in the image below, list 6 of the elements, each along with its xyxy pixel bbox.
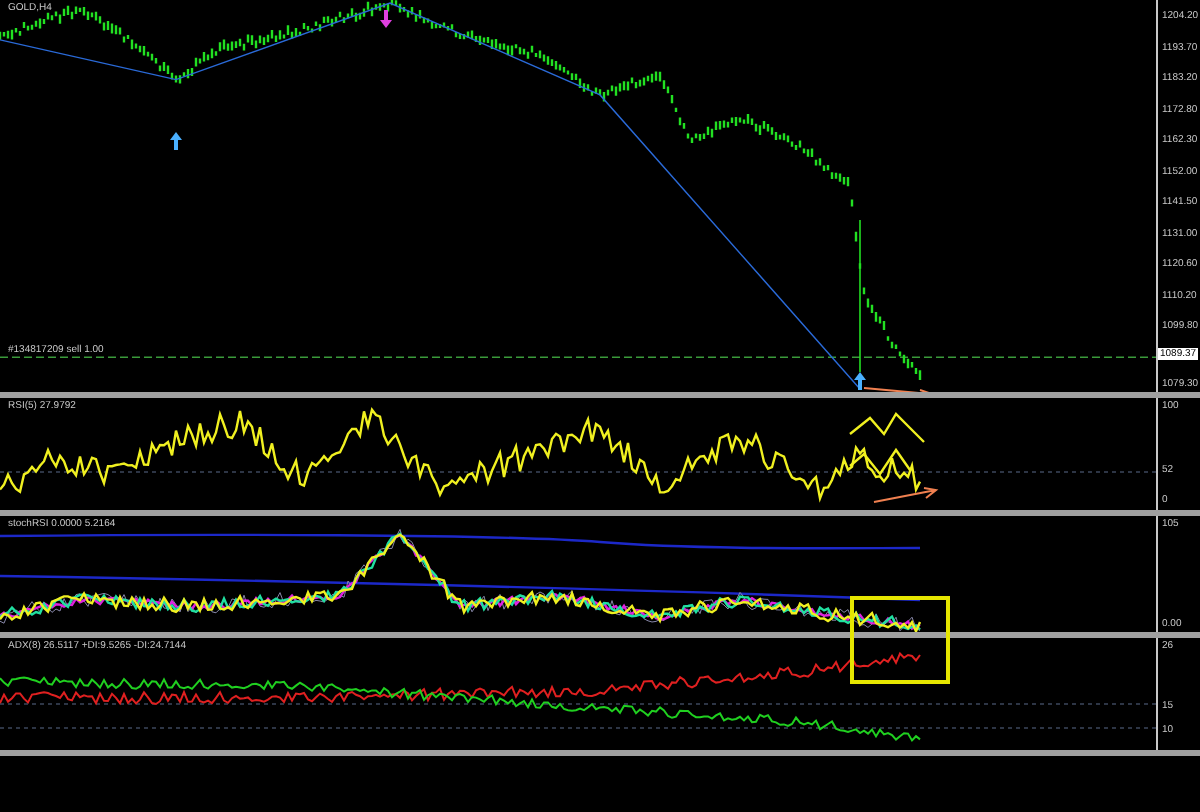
arrow-up-icon xyxy=(854,372,866,390)
arrow-up-icon xyxy=(170,132,182,150)
arrow-down-icon xyxy=(380,10,392,28)
divergence-lines xyxy=(848,412,926,477)
trend-arrow xyxy=(873,487,939,503)
highlight-rectangle xyxy=(850,596,950,684)
